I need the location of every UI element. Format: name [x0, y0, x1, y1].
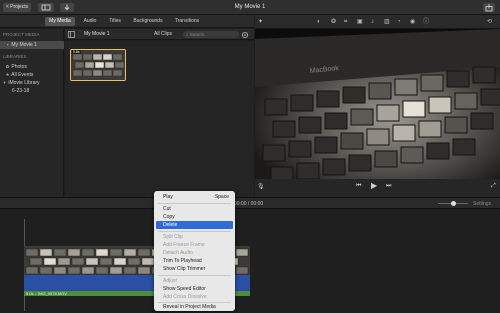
library-list-icon: [41, 4, 51, 11]
menu-item-adjust[interactable]: Adjust: [156, 277, 233, 285]
menu-item-detach-audio[interactable]: Detach Audio: [156, 249, 233, 257]
sidebar-toggle-icon[interactable]: [68, 31, 75, 38]
libraries-sidebar: PROJECT MEDIA ▪ My Movie 1 LIBRARIES ✿ P…: [0, 29, 64, 197]
zoom-slider-thumb[interactable]: [451, 201, 456, 206]
sidebar-item-movie-library[interactable]: ▾ iMovie Library: [0, 79, 64, 87]
filter-icon[interactable]: ◉: [410, 18, 415, 26]
projects-button[interactable]: < Projects: [3, 3, 31, 12]
menu-item-show-clip-trimmer[interactable]: Show Clip Trimmer: [156, 265, 233, 273]
playback-controls: 🎙 ⏮ ▶ ⏭ ⤢: [255, 179, 500, 197]
clip-thumbnail[interactable]: 0.8s: [70, 49, 126, 81]
disclosure-triangle-icon[interactable]: ▾: [2, 79, 7, 87]
search-input[interactable]: ⌕ Search: [183, 31, 239, 38]
sidebar-item-project[interactable]: ▪ My Movie 1: [0, 41, 64, 49]
import-icon: [64, 4, 70, 11]
laptop-keyboard-frame: MacBook: [255, 29, 500, 179]
menu-item-copy[interactable]: Copy: [156, 213, 233, 221]
project-media-heading: PROJECT MEDIA: [3, 32, 40, 37]
fullscreen-icon[interactable]: ⤢: [491, 183, 496, 190]
media-browser: 0.8s: [65, 41, 254, 197]
menu-item-delete[interactable]: Delete: [156, 221, 233, 229]
browser-header: My Movie 1 All Clips ⌕ Search: [65, 29, 254, 40]
menu-item-play[interactable]: Play Space: [156, 193, 233, 201]
menu-item-show-speed-editor[interactable]: Show Speed Editor: [156, 285, 233, 293]
noise-reduction-icon[interactable]: ▥: [384, 18, 390, 26]
volume-icon[interactable]: ♪: [371, 18, 374, 26]
menu-separator: [158, 275, 231, 276]
menu-item-add-cross-dissolve[interactable]: Add Cross Dissolve: [156, 293, 233, 301]
tab-audio[interactable]: Audio: [80, 17, 100, 26]
libraries-heading: LIBRARIES: [3, 54, 27, 59]
menu-separator: [158, 203, 231, 204]
play-icon[interactable]: ▶: [371, 181, 377, 190]
tab-backgrounds[interactable]: Backgrounds: [130, 17, 166, 26]
crop-icon[interactable]: ⌗: [344, 18, 347, 26]
timeline[interactable]: 5.0s – IMG_0578.MOV: [0, 209, 500, 313]
sidebar-item-label: My Movie 1: [11, 42, 37, 48]
sidebar-item-label: Photos: [11, 64, 27, 70]
clip-duration: 0.8s: [72, 50, 81, 54]
sidebar-item-photos[interactable]: ✿ Photos: [0, 63, 64, 71]
sidebar-item-event-date[interactable]: 6-23-18: [0, 87, 64, 95]
stabilization-icon[interactable]: ▣: [357, 18, 363, 26]
clip-context-menu: Play Space Cut Copy Delete Split Clip Ad…: [154, 191, 235, 311]
sidebar-item-label: All Events: [11, 72, 34, 78]
menu-item-shortcut: Space: [214, 194, 229, 200]
magic-wand-icon[interactable]: ✦: [258, 18, 263, 26]
photos-icon: ✿: [5, 64, 10, 69]
reset-icon[interactable]: ⟲: [487, 18, 492, 26]
menu-item-cut[interactable]: Cut: [156, 205, 233, 213]
star-icon: ★: [5, 72, 10, 77]
tab-my-media[interactable]: My Media: [45, 17, 75, 26]
clip-filter-select[interactable]: All Clips: [154, 29, 172, 40]
share-icon: [485, 4, 493, 12]
viewer-toolbar: ✦ ◐ ❂ ⌗ ▣ ♪ ▥ ◔ ◉ ⓘ ⟲: [255, 15, 500, 29]
tab-titles[interactable]: Titles: [105, 17, 125, 26]
film-icon: ▪: [6, 42, 9, 47]
timeline-header: 00:00 / 00:00 Settings: [0, 197, 500, 209]
menu-item-reveal-in-project-media[interactable]: Reveal in Project Media: [156, 303, 233, 311]
menu-item-label: Play: [163, 194, 173, 200]
menu-item-trim-to-playhead[interactable]: Trim To Playhead: [156, 257, 233, 265]
library-list-button[interactable]: [38, 3, 54, 12]
skip-back-icon[interactable]: ⏮: [356, 183, 361, 190]
video-viewer[interactable]: MacBook: [255, 29, 500, 179]
microphone-icon[interactable]: 🎙: [257, 183, 265, 190]
sidebar-item-label: iMovie Library: [8, 80, 40, 86]
import-button[interactable]: [60, 3, 74, 12]
color-balance-icon[interactable]: ◐: [317, 18, 321, 26]
speed-icon[interactable]: ◔: [397, 18, 401, 26]
browser-title: My Movie 1: [84, 31, 110, 37]
sidebar-item-all-events[interactable]: ★ All Events: [0, 71, 64, 79]
search-placeholder: Search: [189, 32, 205, 37]
menu-item-split-clip[interactable]: Split Clip: [156, 233, 233, 241]
gear-icon[interactable]: [241, 31, 249, 39]
share-button[interactable]: [483, 3, 495, 12]
tab-transitions[interactable]: Transitions: [171, 17, 203, 26]
window-title: My Movie 1: [234, 4, 266, 10]
skip-forward-icon[interactable]: ⏭: [386, 183, 391, 190]
menu-separator: [158, 231, 231, 232]
info-icon[interactable]: ⓘ: [423, 18, 429, 26]
keyboard-thumbnail-image: [71, 50, 125, 80]
title-bar: < Projects My Movie 1: [0, 0, 500, 15]
color-correction-icon[interactable]: ❂: [331, 18, 336, 26]
sidebar-item-label: 6-23-18: [12, 88, 30, 94]
media-tabs: My Media Audio Titles Backgrounds Transi…: [0, 15, 254, 28]
menu-item-add-freeze-frame[interactable]: Add Freeze Frame: [156, 241, 233, 249]
